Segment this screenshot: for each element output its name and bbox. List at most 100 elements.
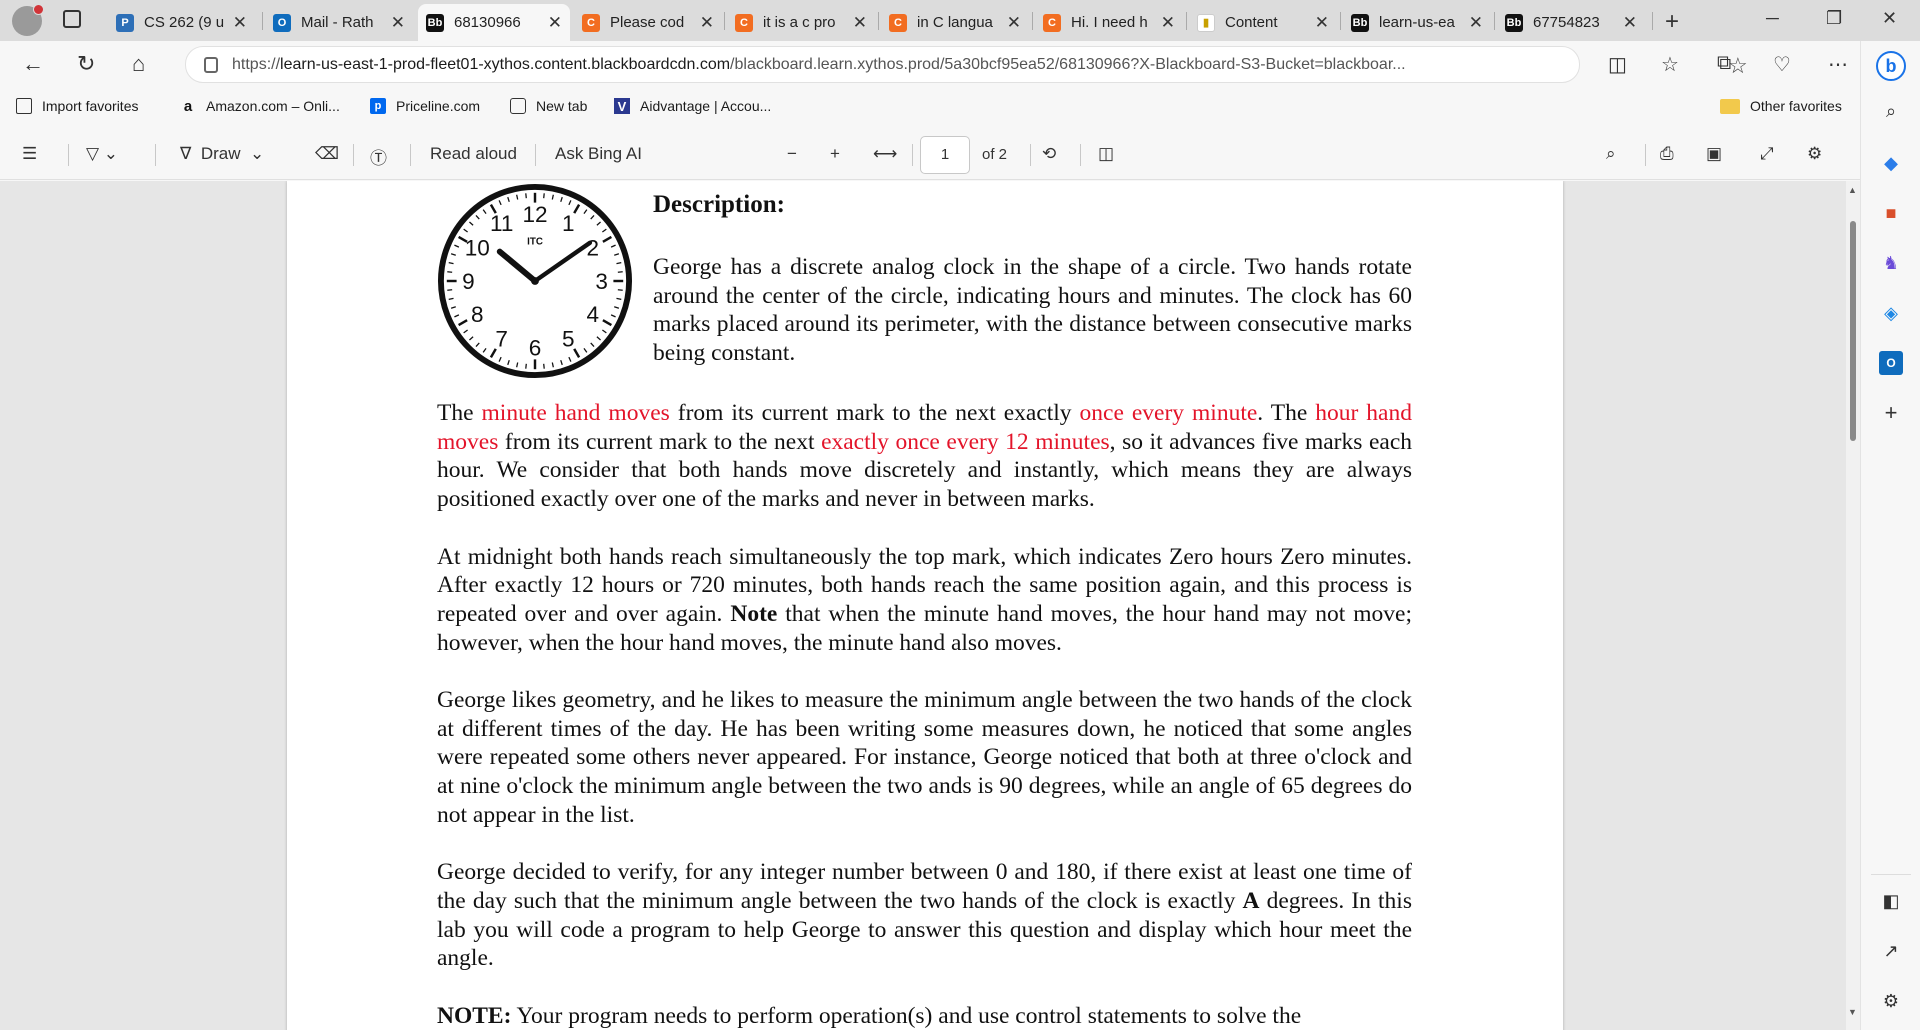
close-icon[interactable]: ✕ bbox=[694, 13, 714, 33]
vertical-scrollbar[interactable]: ▲ ▼ bbox=[1846, 181, 1860, 1030]
more-menu-icon[interactable]: ⋯ bbox=[1828, 52, 1848, 77]
refresh-icon[interactable]: ↻ bbox=[77, 51, 95, 77]
tab-3[interactable]: C Please cod ✕ bbox=[574, 4, 722, 41]
toolbar-divider bbox=[410, 144, 411, 166]
scrollbar-thumb[interactable] bbox=[1850, 221, 1856, 441]
eraser-icon[interactable]: ⌫ bbox=[315, 144, 339, 164]
search-icon[interactable]: ⌕ bbox=[1879, 99, 1903, 123]
scroll-up-icon[interactable]: ▲ bbox=[1848, 185, 1857, 195]
pdf-page: 12 1 2 3 4 5 6 7 8 9 10 11 ITC Description: George … bbox=[287, 181, 1563, 1030]
back-icon[interactable]: ← bbox=[22, 51, 44, 77]
tab-0[interactable]: P CS 262 (9 u ✕ bbox=[108, 4, 255, 41]
close-icon[interactable]: ✕ bbox=[1309, 13, 1329, 33]
new-tab-button[interactable]: + bbox=[1665, 8, 1679, 36]
tab-5[interactable]: C in C langua ✕ bbox=[881, 4, 1029, 41]
rotate-icon[interactable]: ⟲ bbox=[1042, 144, 1056, 164]
favorite-label: Import favorites bbox=[42, 98, 139, 114]
microsoft365-icon[interactable]: ◈ bbox=[1879, 301, 1903, 325]
close-icon[interactable]: ✕ bbox=[227, 13, 247, 33]
add-app-icon[interactable]: + bbox=[1879, 400, 1903, 425]
sidebar-settings-icon[interactable]: ⚙ bbox=[1879, 989, 1903, 1013]
lock-icon[interactable] bbox=[204, 56, 218, 73]
toolbar-divider bbox=[1645, 144, 1646, 166]
tab-actions-icon[interactable] bbox=[63, 10, 81, 28]
ask-bing-button[interactable]: Ask Bing AI bbox=[555, 144, 642, 164]
close-icon[interactable]: ✕ bbox=[1617, 13, 1637, 33]
text-box-icon[interactable]: Ⓣ bbox=[370, 144, 387, 169]
hide-sidebar-icon[interactable]: ◧ bbox=[1879, 889, 1903, 913]
url-text: https://learn-us-east-1-prod-fleet01-xyt… bbox=[232, 55, 1406, 73]
zoom-in-icon[interactable]: + bbox=[830, 144, 840, 164]
split-screen-icon[interactable]: ◫ bbox=[1608, 52, 1627, 77]
tab-label: in C langua bbox=[917, 14, 993, 31]
favorite-import[interactable]: Import favorites bbox=[16, 98, 138, 114]
url-field[interactable]: https://learn-us-east-1-prod-fleet01-xyt… bbox=[185, 46, 1748, 83]
fullscreen-icon[interactable]: ⤢ bbox=[1760, 144, 1774, 164]
tab-label: Mail - Rath bbox=[301, 14, 374, 31]
favorite-label: Aidvantage | Accou... bbox=[640, 98, 772, 114]
scroll-down-icon[interactable]: ▼ bbox=[1848, 1007, 1857, 1017]
pdf-settings-icon[interactable]: ⚙ bbox=[1807, 144, 1822, 164]
search-icon[interactable]: ⌕ bbox=[1606, 144, 1616, 164]
toolbar-divider bbox=[912, 144, 913, 166]
home-icon[interactable]: ⌂ bbox=[132, 51, 145, 77]
tab-1[interactable]: O Mail - Rath ✕ bbox=[265, 4, 413, 41]
favorite-aidvantage[interactable]: V Aidvantage | Accou... bbox=[614, 98, 771, 114]
favorites-icon[interactable]: ☆ bbox=[1661, 52, 1679, 77]
tab-label: 68130966 bbox=[454, 14, 521, 31]
page-view-icon[interactable]: ◫ bbox=[1098, 144, 1114, 164]
favorite-priceline[interactable]: p Priceline.com bbox=[370, 98, 480, 114]
draw-button[interactable]: ∇ Draw ⌄ bbox=[180, 144, 264, 164]
tab-8[interactable]: Bb learn-us-ea ✕ bbox=[1343, 4, 1491, 41]
contents-icon[interactable]: ☰ bbox=[22, 144, 37, 164]
window-close-icon[interactable]: ✕ bbox=[1882, 8, 1897, 29]
browser-essentials-icon[interactable]: ♡ bbox=[1773, 52, 1791, 77]
close-icon[interactable]: ✕ bbox=[385, 13, 405, 33]
close-icon[interactable]: ✕ bbox=[847, 13, 867, 33]
pdf-viewer[interactable]: 12 1 2 3 4 5 6 7 8 9 10 11 ITC Description: George … bbox=[0, 181, 1860, 1030]
tab-favicon-icon: Bb bbox=[426, 13, 444, 32]
collections-icon[interactable]: ⧉ bbox=[1717, 52, 1731, 75]
favorite-amazon[interactable]: a Amazon.com – Onli... bbox=[180, 98, 340, 115]
favorite-newtab[interactable]: New tab bbox=[510, 98, 587, 114]
tab-6[interactable]: C Hi. I need h ✕ bbox=[1035, 4, 1183, 41]
shopping-icon[interactable]: ◆ bbox=[1879, 151, 1903, 175]
games-icon[interactable]: ♞ bbox=[1879, 251, 1903, 275]
clock-number: 8 bbox=[471, 302, 484, 327]
tab-favicon-icon: Bb bbox=[1351, 13, 1369, 32]
minimize-icon[interactable]: ─ bbox=[1766, 8, 1779, 29]
outlook-icon[interactable]: O bbox=[1879, 351, 1903, 375]
tab-favicon-icon: ▮ bbox=[1197, 13, 1215, 32]
tab-favicon-icon: C bbox=[582, 13, 600, 32]
paragraph-note: NOTE: Your program needs to perform oper… bbox=[437, 1002, 1302, 1029]
page-number-input[interactable]: 1 bbox=[920, 136, 970, 174]
read-aloud-button[interactable]: Read aloud bbox=[430, 144, 517, 164]
save-icon[interactable]: ▣ bbox=[1706, 144, 1722, 164]
restore-icon[interactable]: ❐ bbox=[1826, 8, 1842, 29]
tab-9[interactable]: Bb 67754823 ✕ bbox=[1497, 4, 1645, 41]
intro-paragraph: George has a discrete analog clock in th… bbox=[653, 254, 1412, 367]
clock-tick bbox=[447, 289, 453, 291]
close-icon[interactable]: ✕ bbox=[1155, 13, 1175, 33]
bing-chat-icon[interactable]: b bbox=[1876, 51, 1906, 81]
tab-strip: P CS 262 (9 u ✕ O Mail - Rath ✕ Bb 68130… bbox=[0, 0, 1920, 41]
print-icon[interactable]: ⎙ bbox=[1660, 144, 1674, 164]
profile-avatar[interactable] bbox=[12, 4, 44, 36]
tools-icon[interactable]: ■ bbox=[1879, 201, 1903, 225]
fit-width-icon[interactable]: ⟷ bbox=[873, 144, 897, 164]
tab-divider bbox=[1032, 12, 1033, 30]
tab-favicon-icon: P bbox=[116, 13, 134, 32]
zoom-out-icon[interactable]: − bbox=[787, 144, 797, 164]
close-icon[interactable]: ✕ bbox=[1001, 13, 1021, 33]
tab-4[interactable]: C it is a c pro ✕ bbox=[727, 4, 875, 41]
tab-divider bbox=[1494, 12, 1495, 30]
tab-7[interactable]: ▮ Content ✕ bbox=[1189, 4, 1337, 41]
other-favorites[interactable]: Other favorites bbox=[1720, 98, 1842, 114]
open-external-icon[interactable]: ↗ bbox=[1879, 939, 1903, 963]
close-icon[interactable]: ✕ bbox=[542, 13, 562, 33]
tab-divider bbox=[262, 12, 263, 30]
highlight-icon[interactable]: ▽ ⌄ bbox=[86, 144, 118, 164]
clock-number: 3 bbox=[595, 269, 608, 294]
close-icon[interactable]: ✕ bbox=[1463, 13, 1483, 33]
tab-2-active[interactable]: Bb 68130966 ✕ bbox=[418, 4, 570, 41]
